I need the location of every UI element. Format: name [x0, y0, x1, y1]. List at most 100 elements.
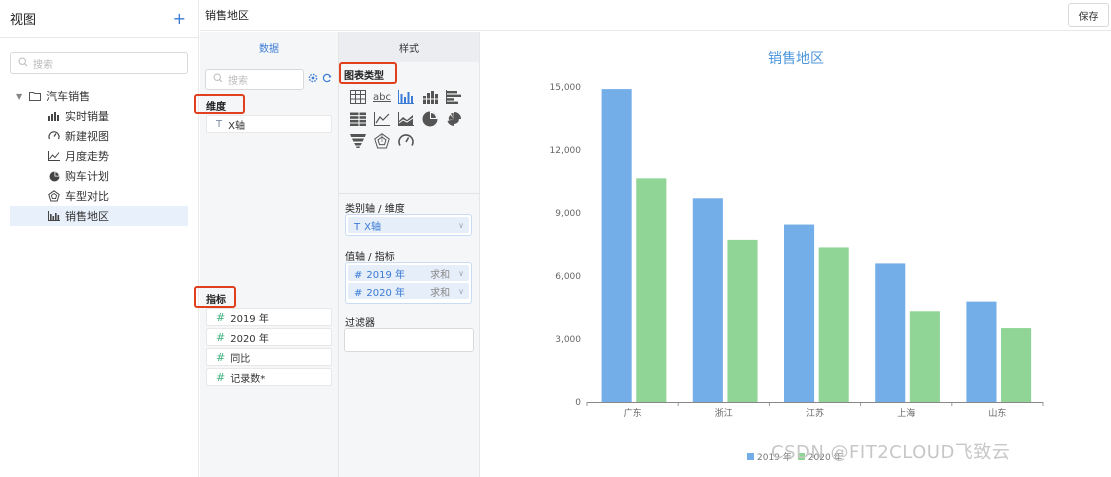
number-type-icon: # [216, 350, 226, 364]
number-type-icon: # [216, 330, 226, 344]
view-tree-title: 视图 [10, 13, 37, 28]
aggregation-label: 求和 [430, 287, 451, 299]
funnel-chart-icon[interactable] [349, 132, 367, 150]
aggregation-label: 求和 [430, 269, 451, 281]
x-tick-label: 山东 [988, 407, 1006, 419]
tree-item-purchase-plan[interactable]: 购车计划 [10, 166, 188, 186]
field-search-input[interactable]: 搜索 [205, 69, 304, 90]
x-tick-label: 江苏 [806, 407, 824, 419]
caret-down-icon[interactable]: ▼ [16, 92, 22, 101]
y-tick-label: 12,000 [550, 146, 582, 156]
value-field-label: 2019 年 [366, 269, 406, 281]
y-tick-label: 0 [575, 398, 581, 408]
folder-icon [28, 91, 42, 101]
tab-data[interactable]: 数据 [200, 32, 338, 62]
tree-item-sales-region[interactable]: 销售地区 [10, 206, 188, 226]
view-search-input[interactable]: 搜索 [10, 52, 188, 74]
view-tree: ▼ 汽车销售 实时销量 新建视图 月度走势 购车计划 车型对比 销售地区 [10, 86, 188, 226]
bar-2020 [909, 311, 940, 402]
y-tick-label: 9,000 [555, 209, 581, 219]
search-icon [18, 56, 28, 70]
metric-field-yoy[interactable]: # 同比 [206, 348, 332, 366]
chevron-down-icon[interactable]: ∨ [458, 287, 464, 296]
metric-field-record-count[interactable]: # 记录数* [206, 368, 332, 386]
y-tick-label: 3,000 [555, 335, 581, 345]
tree-item-model-compare[interactable]: 车型对比 [10, 186, 188, 206]
refresh-icon[interactable] [322, 73, 332, 86]
tree-item-label: 车型对比 [65, 190, 109, 203]
gauge-icon [47, 130, 61, 142]
horizontal-bar-icon[interactable] [445, 88, 463, 106]
settings-icon[interactable] [308, 73, 318, 86]
add-view-button[interactable]: + [173, 10, 186, 27]
number-type-icon: # [354, 287, 363, 299]
text-card-icon[interactable]: abc [373, 88, 391, 106]
field-search-placeholder: 搜索 [228, 76, 248, 87]
save-button[interactable]: 保存 [1068, 3, 1109, 27]
rose-chart-icon[interactable] [445, 110, 463, 128]
filter-dropzone[interactable] [344, 328, 474, 352]
search-icon [213, 73, 223, 86]
dimension-label: 维度 [206, 102, 226, 113]
metric-field-2019[interactable]: # 2019 年 [206, 308, 332, 326]
field-tools [308, 73, 332, 86]
bar-2019 [783, 224, 815, 402]
x-tick-label: 上海 [897, 407, 915, 419]
tree-item-label: 月度走势 [65, 150, 109, 163]
watermark: CSDN @FIT2CLOUD飞致云 [771, 442, 1011, 463]
bar-chart-icon [47, 211, 61, 221]
category-axis-label: 类别轴 / 维度 [345, 204, 405, 215]
field-label: 记录数* [230, 373, 266, 385]
style-panel: 样式 图表类型 abc 类别轴 / 维度 T X轴 ∨ 值轴 / 指标 # 20… [339, 32, 480, 477]
field-label: 2019 年 [230, 313, 269, 325]
stacked-bar-icon[interactable] [421, 88, 439, 106]
view-title: 销售地区 [205, 9, 249, 22]
chart-type-grid: abc [349, 88, 475, 154]
tree-item-realtime-sales[interactable]: 实时销量 [10, 106, 188, 126]
bar-2020 [727, 239, 758, 402]
number-type-icon: # [216, 310, 226, 324]
value-field-2020[interactable]: #2020 年 求和 ∨ [348, 283, 469, 299]
text-type-icon: T [216, 118, 223, 130]
pie-chart-icon[interactable] [421, 110, 439, 128]
line-chart-icon[interactable] [373, 110, 391, 128]
radar-icon [47, 190, 61, 202]
tree-item-new-view[interactable]: 新建视图 [10, 126, 188, 146]
stacked-hbar-icon[interactable] [349, 110, 367, 128]
field-label: 同比 [230, 353, 251, 365]
y-tick-label: 15,000 [550, 83, 582, 93]
bar-2019 [875, 263, 906, 402]
tree-folder-label: 汽车销售 [46, 90, 91, 103]
data-panel: 数据 搜索 维度 T X轴 指标 # 2019 年 # 2020 年 # 同比 … [194, 32, 339, 477]
table-chart-icon[interactable] [349, 88, 367, 106]
metric-field-2020[interactable]: # 2020 年 [206, 328, 332, 346]
view-tree-header: 视图 + [0, 0, 198, 38]
area-chart-icon[interactable] [397, 110, 415, 128]
filter-label: 过滤器 [345, 318, 375, 329]
tree-item-label: 新建视图 [65, 130, 109, 143]
chevron-down-icon[interactable]: ∨ [458, 269, 464, 278]
chevron-down-icon[interactable]: ∨ [458, 221, 464, 230]
view-tree-panel: 视图 + 搜索 ▼ 汽车销售 实时销量 新建视图 月度走势 购车计划 车型对比 … [0, 0, 199, 477]
tree-item-monthly-trend[interactable]: 月度走势 [10, 146, 188, 166]
y-tick-label: 6,000 [555, 272, 581, 282]
value-field-2019[interactable]: #2019 年 求和 ∨ [348, 265, 469, 281]
metric-label: 指标 [206, 295, 226, 306]
category-axis-select[interactable]: T X轴 ∨ [345, 214, 472, 236]
dimension-field-x[interactable]: T X轴 [206, 115, 332, 133]
chart-canvas: 销售地区 0 3,000 6,000 9,000 12,000 15,000 广东 浙江 江苏上… [481, 32, 1111, 477]
bar-2019 [966, 301, 997, 402]
text-type-icon: T [354, 221, 361, 233]
field-label: 2020 年 [230, 333, 269, 345]
tree-item-label: 实时销量 [65, 110, 109, 123]
bar-chart-icon[interactable] [397, 88, 415, 106]
gauge-chart-icon[interactable] [397, 132, 415, 150]
tree-item-label: 销售地区 [65, 210, 109, 223]
radar-chart-icon[interactable] [373, 132, 391, 150]
category-field-label: X轴 [364, 221, 381, 233]
bar-2019 [601, 89, 632, 402]
bar-2020 [1001, 328, 1032, 402]
tab-style[interactable]: 样式 [339, 32, 479, 62]
legend-swatch [747, 453, 754, 460]
tree-folder-car-sales[interactable]: ▼ 汽车销售 [10, 86, 188, 106]
